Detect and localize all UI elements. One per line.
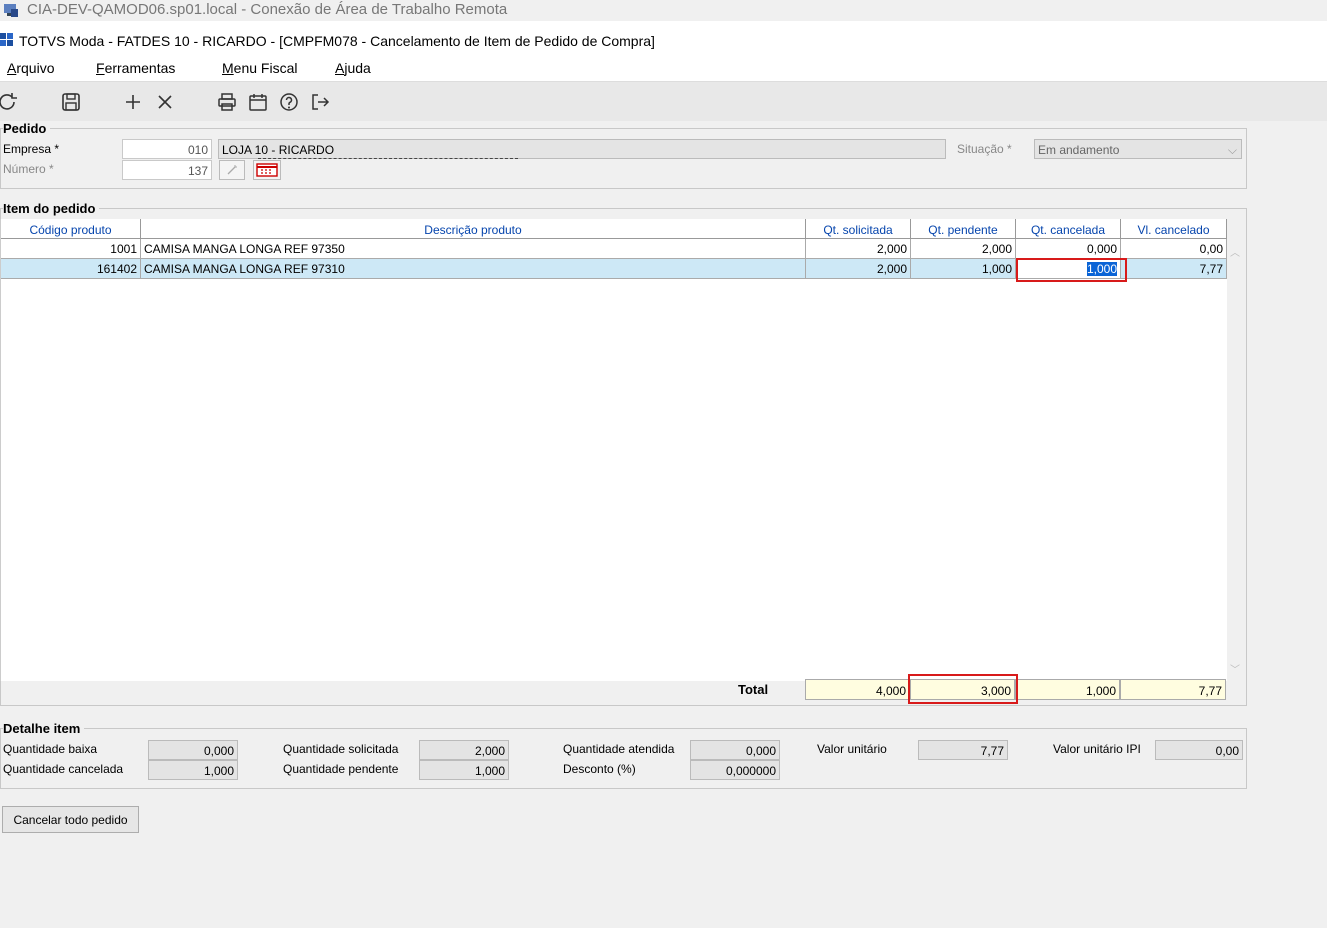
menu-bar: Arquivo Ferramentas Menu Fiscal Ajuda xyxy=(0,51,1327,81)
situacao-label: Situação * xyxy=(957,142,1012,156)
search-lookup-button[interactable] xyxy=(219,160,245,180)
quantidade-solicitada-label: Quantidade solicitada xyxy=(283,742,399,756)
cell-cancelada[interactable]: 0,000 xyxy=(1016,239,1121,259)
empresa-name-field: LOJA 10 - RICARDO xyxy=(218,139,946,159)
col-codigo[interactable]: Código produto xyxy=(1,219,141,239)
empresa-code-field[interactable]: 010 xyxy=(122,139,212,159)
scroll-up-icon[interactable]: ︿ xyxy=(1230,244,1240,259)
cell-codigo: 161402 xyxy=(1,259,141,279)
total-label: Total xyxy=(738,682,769,697)
situacao-select[interactable]: Em andamento ⌵ xyxy=(1034,139,1242,159)
col-vl-cancelado[interactable]: Vl. cancelado xyxy=(1121,219,1227,239)
print-icon[interactable] xyxy=(216,91,238,113)
cell-pendente: 2,000 xyxy=(911,239,1016,259)
valor-unitario-label: Valor unitário xyxy=(817,742,887,756)
app-titlebar: TOTVS Moda - FATDES 10 - RICARDO - [CMPF… xyxy=(0,31,1327,51)
total-solicitada: 4,000 xyxy=(805,679,910,700)
valor-unitario-ipi-field: 0,00 xyxy=(1155,740,1243,760)
delete-icon[interactable] xyxy=(154,91,176,113)
col-qt-solicitada[interactable]: Qt. solicitada xyxy=(806,219,911,239)
cell-valor: 0,00 xyxy=(1121,239,1227,259)
valor-unitario-ipi-label: Valor unitário IPI xyxy=(1053,742,1141,756)
empresa-label: Empresa * xyxy=(3,142,60,156)
cell-descricao: CAMISA MANGA LONGA REF 97350 xyxy=(141,239,806,259)
col-descricao[interactable]: Descrição produto xyxy=(141,219,806,239)
highlight-annotation xyxy=(908,674,1018,704)
col-qt-pendente[interactable]: Qt. pendente xyxy=(911,219,1016,239)
itens-title: Item do pedido xyxy=(3,201,100,216)
cell-codigo: 1001 xyxy=(1,239,141,259)
detalhe-title: Detalhe item xyxy=(3,721,85,736)
desconto-field: 0,000000 xyxy=(690,760,780,780)
total-cancelada: 1,000 xyxy=(1015,679,1120,700)
exit-icon[interactable] xyxy=(309,91,331,113)
wand-icon xyxy=(227,165,237,175)
refresh-icon[interactable] xyxy=(0,91,19,113)
quantidade-baixa-label: Quantidade baixa xyxy=(3,742,98,756)
quantidade-baixa-field: 0,000 xyxy=(148,740,238,760)
quantidade-atendida-label: Quantidade atendida xyxy=(563,742,675,756)
quantidade-solicitada-field: 2,000 xyxy=(419,740,509,760)
save-icon[interactable] xyxy=(60,91,82,113)
quantidade-atendida-field: 0,000 xyxy=(690,740,780,760)
cell-solicitada: 2,000 xyxy=(806,259,911,279)
quantidade-cancelada-label: Quantidade cancelada xyxy=(3,762,124,776)
cell-pendente: 1,000 xyxy=(911,259,1016,279)
cell-solicitada: 2,000 xyxy=(806,239,911,259)
chevron-down-icon: ⌵ xyxy=(1227,143,1237,157)
pedido-title: Pedido xyxy=(3,121,51,136)
menu-fiscal[interactable]: Menu Fiscal xyxy=(222,60,297,76)
scroll-down-icon[interactable]: ﹀ xyxy=(1230,661,1240,676)
remote-desktop-title: CIA-DEV-QAMOD06.sp01.local - Conexão de … xyxy=(27,1,508,18)
calendar-icon[interactable] xyxy=(247,91,269,113)
add-icon[interactable] xyxy=(122,91,144,113)
dashed-separator xyxy=(258,158,518,159)
calendar-icon xyxy=(256,163,278,177)
desconto-label: Desconto (%) xyxy=(563,762,636,776)
app-icon xyxy=(0,33,14,49)
numero-field[interactable]: 137 xyxy=(122,160,212,180)
menu-ajuda[interactable]: Ajuda xyxy=(335,60,371,76)
cell-valor: 7,77 xyxy=(1121,259,1227,279)
menu-arquivo[interactable]: Arquivo xyxy=(7,60,54,76)
items-grid: Código produto Descrição produto Qt. sol… xyxy=(0,219,1240,681)
table-row[interactable]: 1001 CAMISA MANGA LONGA REF 97350 2,000 … xyxy=(1,239,1227,259)
quantidade-pendente-field: 1,000 xyxy=(419,760,509,780)
toolbar xyxy=(0,81,1327,121)
numero-label: Número * xyxy=(3,162,54,176)
valor-unitario-field: 7,77 xyxy=(918,740,1008,760)
quantidade-pendente-label: Quantidade pendente xyxy=(283,762,399,776)
col-qt-cancelada[interactable]: Qt. cancelada xyxy=(1016,219,1121,239)
situacao-value: Em andamento xyxy=(1038,143,1120,157)
highlight-annotation xyxy=(1016,258,1127,282)
remote-desktop-icon xyxy=(3,2,19,18)
app-title: TOTVS Moda - FATDES 10 - RICARDO - [CMPF… xyxy=(19,33,655,49)
help-icon[interactable] xyxy=(278,91,300,113)
cancelar-todo-pedido-button[interactable]: Cancelar todo pedido xyxy=(2,806,139,833)
cell-descricao: CAMISA MANGA LONGA REF 97310 xyxy=(141,259,806,279)
calendar-lookup-button[interactable] xyxy=(253,160,281,180)
remote-desktop-titlebar: CIA-DEV-QAMOD06.sp01.local - Conexão de … xyxy=(0,0,1327,21)
total-valor: 7,77 xyxy=(1120,679,1226,700)
menu-ferramentas[interactable]: Ferramentas xyxy=(96,60,175,76)
quantidade-cancelada-field: 1,000 xyxy=(148,760,238,780)
